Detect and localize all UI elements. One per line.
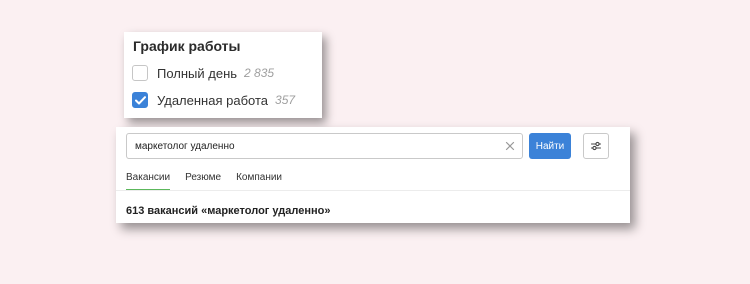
filter-option-remote[interactable]: Удаленная работа 357: [132, 90, 295, 110]
filter-title: График работы: [133, 38, 241, 54]
advanced-filters-button[interactable]: [583, 133, 609, 159]
search-box: [126, 133, 523, 159]
remote-work-checkbox[interactable]: [132, 92, 148, 108]
tab-companies[interactable]: Компании: [236, 171, 282, 191]
full-day-checkbox[interactable]: [132, 65, 148, 81]
filter-option-count: 357: [275, 93, 296, 107]
search-input[interactable]: [135, 134, 495, 158]
filter-option-label: Полный день: [157, 65, 238, 81]
search-panel: Найти Вакансии Резюме Компании 613 вакан…: [116, 127, 630, 223]
filter-option-full-day[interactable]: Полный день 2 835: [132, 63, 274, 83]
filter-option-label: Удаленная работа: [157, 92, 269, 108]
close-icon[interactable]: [504, 140, 516, 152]
tab-resumes[interactable]: Резюме: [185, 171, 221, 191]
filter-option-partial[interactable]: [132, 116, 148, 118]
tabs-divider: [116, 190, 630, 191]
checkmark-icon: [134, 95, 146, 104]
search-tabs: Вакансии Резюме Компании: [126, 171, 297, 191]
search-button[interactable]: Найти: [529, 133, 571, 159]
work-schedule-filter: График работы Полный день 2 835 Удаленна…: [124, 32, 322, 118]
tab-vacancies[interactable]: Вакансии: [126, 171, 171, 191]
results-title: 613 вакансий «маркетолог удаленно»: [126, 205, 331, 217]
filter-option-count: 2 835: [244, 66, 275, 80]
sliders-icon: [590, 141, 602, 151]
